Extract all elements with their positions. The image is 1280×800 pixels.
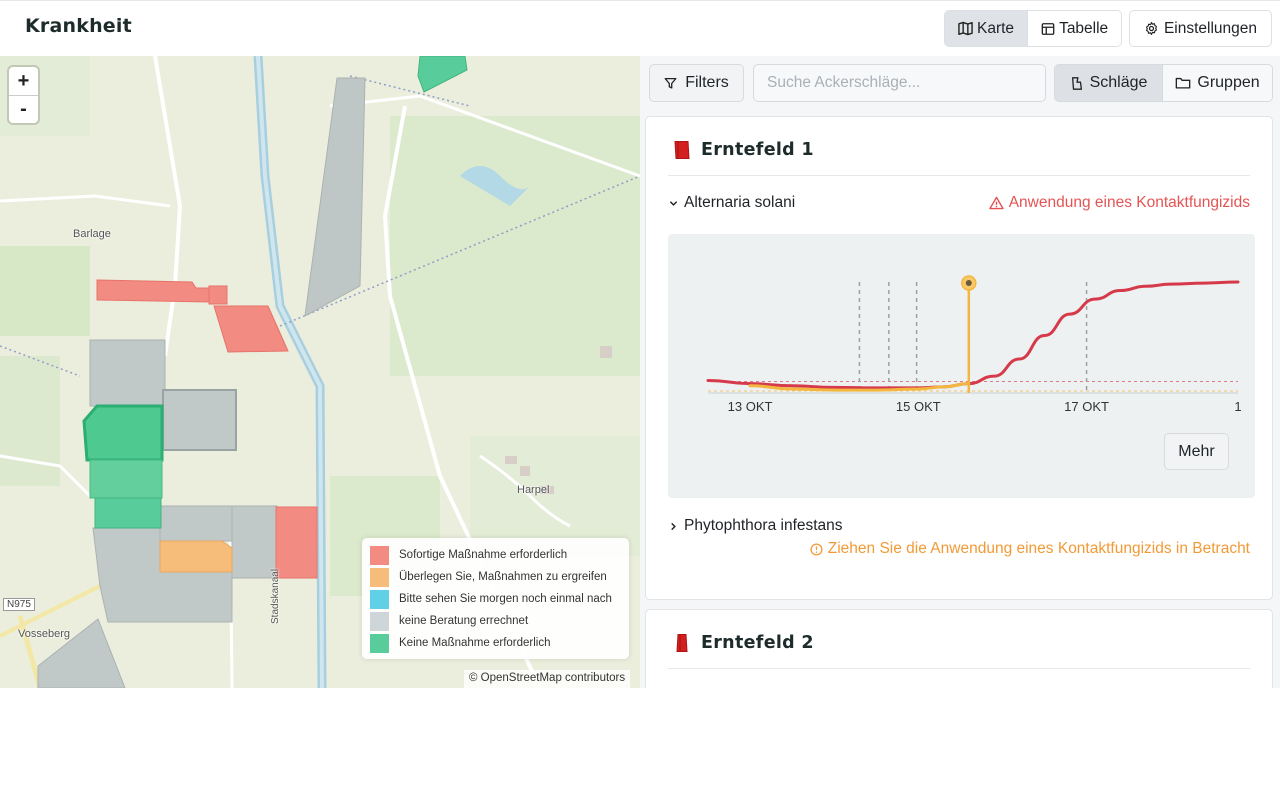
groups-toggle-button[interactable]: Gruppen [1162, 65, 1272, 101]
view-toggle: Karte Tabelle [944, 10, 1123, 47]
field-shape-icon [1071, 76, 1082, 90]
table-icon [1041, 22, 1055, 35]
gear-icon [1145, 22, 1158, 35]
legend-label: keine Beratung errechnet [399, 615, 529, 627]
disease-toggle[interactable]: Phytophthora infestans [669, 517, 843, 535]
field-search-input[interactable] [753, 64, 1046, 102]
zoom-control: + - [9, 67, 38, 123]
map-attribution[interactable]: © OpenStreetMap contributors [464, 670, 631, 688]
info-circle-icon [810, 542, 823, 556]
map-legend: Sofortige Maßnahme erforderlich Überlege… [362, 538, 629, 659]
disease-toggle[interactable]: Alternaria solani [669, 194, 795, 212]
legend-item: Sofortige Maßnahme erforderlich [370, 544, 621, 566]
field-card: Erntefeld 2 [645, 609, 1273, 688]
field-red-icon [676, 634, 688, 652]
fields-toggle-button[interactable]: Schläge [1055, 65, 1163, 101]
map-view-label: Karte [977, 19, 1015, 37]
place-label-harpel: Harpel [517, 484, 550, 496]
legend-label: Überlegen Sie, Maßnahmen zu ergreifen [399, 571, 607, 583]
fields-panel: Filters Schläge Gruppen Erntefeld 1 Alte… [640, 56, 1280, 688]
chevron-down-icon [669, 200, 678, 206]
legend-item: Überlegen Sie, Maßnahmen zu ergreifen [370, 566, 621, 588]
zoom-out-button[interactable]: - [9, 95, 38, 123]
field-card: Erntefeld 1 Alternaria solani Anwendung … [645, 116, 1273, 600]
place-label-stadskanaal: Stadskanaal [270, 568, 281, 624]
legend-swatch-recheck [370, 589, 389, 609]
card-divider [668, 668, 1250, 669]
legend-label: Keine Maßnahme erforderlich [399, 637, 551, 649]
now-marker-dot [965, 280, 972, 286]
x-tick-label: 13 OKT [728, 399, 773, 414]
disease-advice: Anwendung eines Kontaktfungizids [988, 194, 1250, 212]
folder-icon [1176, 77, 1191, 89]
disease-advice: Ziehen Sie die Anwendung eines Kontaktfu… [810, 540, 1250, 558]
legend-item: keine Beratung errechnet [370, 610, 621, 632]
x-tick-label: 17 OKT [1064, 399, 1109, 414]
place-label-vosseberg: Vosseberg [18, 628, 70, 640]
legend-label: Bitte sehen Sie morgen noch einmal nach [399, 593, 612, 605]
road-shield-n975: N975 [3, 598, 35, 611]
x-tick-label: 1 [1234, 399, 1241, 414]
field-map[interactable]: + - Barlage Harpel Stadskanaal Vosseberg… [0, 56, 640, 688]
disease-row-phytophthora[interactable]: Phytophthora infestans [669, 517, 1250, 535]
legend-label: Sofortige Maßnahme erforderlich [399, 549, 568, 561]
risk-chart: 13 OKT 15 OKT 17 OKT 1 Mehr [668, 234, 1255, 498]
disease-advice-row: Ziehen Sie die Anwendung eines Kontaktfu… [669, 540, 1250, 558]
zoom-in-button[interactable]: + [9, 67, 38, 95]
more-button[interactable]: Mehr [1164, 433, 1229, 470]
field-red-icon [674, 141, 690, 159]
settings-button[interactable]: Einstellungen [1129, 10, 1272, 47]
map-icon [958, 21, 973, 36]
fields-toggle-label: Schläge [1089, 74, 1148, 91]
disease-name: Alternaria solani [684, 194, 796, 211]
table-view-button[interactable]: Tabelle [1027, 11, 1122, 46]
map-view-button[interactable]: Karte [945, 11, 1028, 46]
table-view-label: Tabelle [1059, 19, 1109, 37]
disease-row-alternaria[interactable]: Alternaria solani Anwendung eines Kontak… [669, 194, 1250, 212]
legend-swatch-immediate [370, 545, 389, 565]
warning-icon [988, 196, 1004, 210]
groups-toggle-label: Gruppen [1197, 74, 1260, 91]
field-name: Erntefeld 1 [701, 140, 814, 160]
grouping-toggle: Schläge Gruppen [1054, 64, 1273, 102]
filters-label: Filters [685, 74, 729, 91]
filters-button[interactable]: Filters [649, 64, 744, 102]
place-label-barlage: Barlage [73, 228, 111, 240]
disease-advice-text: Anwendung eines Kontaktfungizids [1008, 194, 1250, 211]
chevron-right-icon [671, 522, 676, 530]
filter-icon [664, 77, 677, 89]
risk-line [706, 280, 1240, 390]
settings-label: Einstellungen [1163, 19, 1258, 37]
field-card-title: Erntefeld 2 [672, 633, 814, 653]
disease-advice-text: Ziehen Sie die Anwendung eines Kontaktfu… [827, 540, 1250, 557]
app-header: Krankheit Karte Tabelle Einstellungen [0, 0, 1280, 56]
disease-name: Phytophthora infestans [684, 517, 843, 534]
field-name: Erntefeld 2 [701, 633, 814, 653]
legend-swatch-consider [370, 567, 389, 587]
x-tick-label: 15 OKT [896, 399, 941, 414]
field-card-title: Erntefeld 1 [672, 140, 814, 160]
card-divider [668, 175, 1250, 176]
legend-swatch-no-action [370, 633, 389, 653]
legend-swatch-none-calculated [370, 611, 389, 631]
legend-item: Bitte sehen Sie morgen noch einmal nach [370, 588, 621, 610]
app-title: Krankheit [25, 15, 132, 37]
legend-item: Keine Maßnahme erforderlich [370, 632, 621, 654]
